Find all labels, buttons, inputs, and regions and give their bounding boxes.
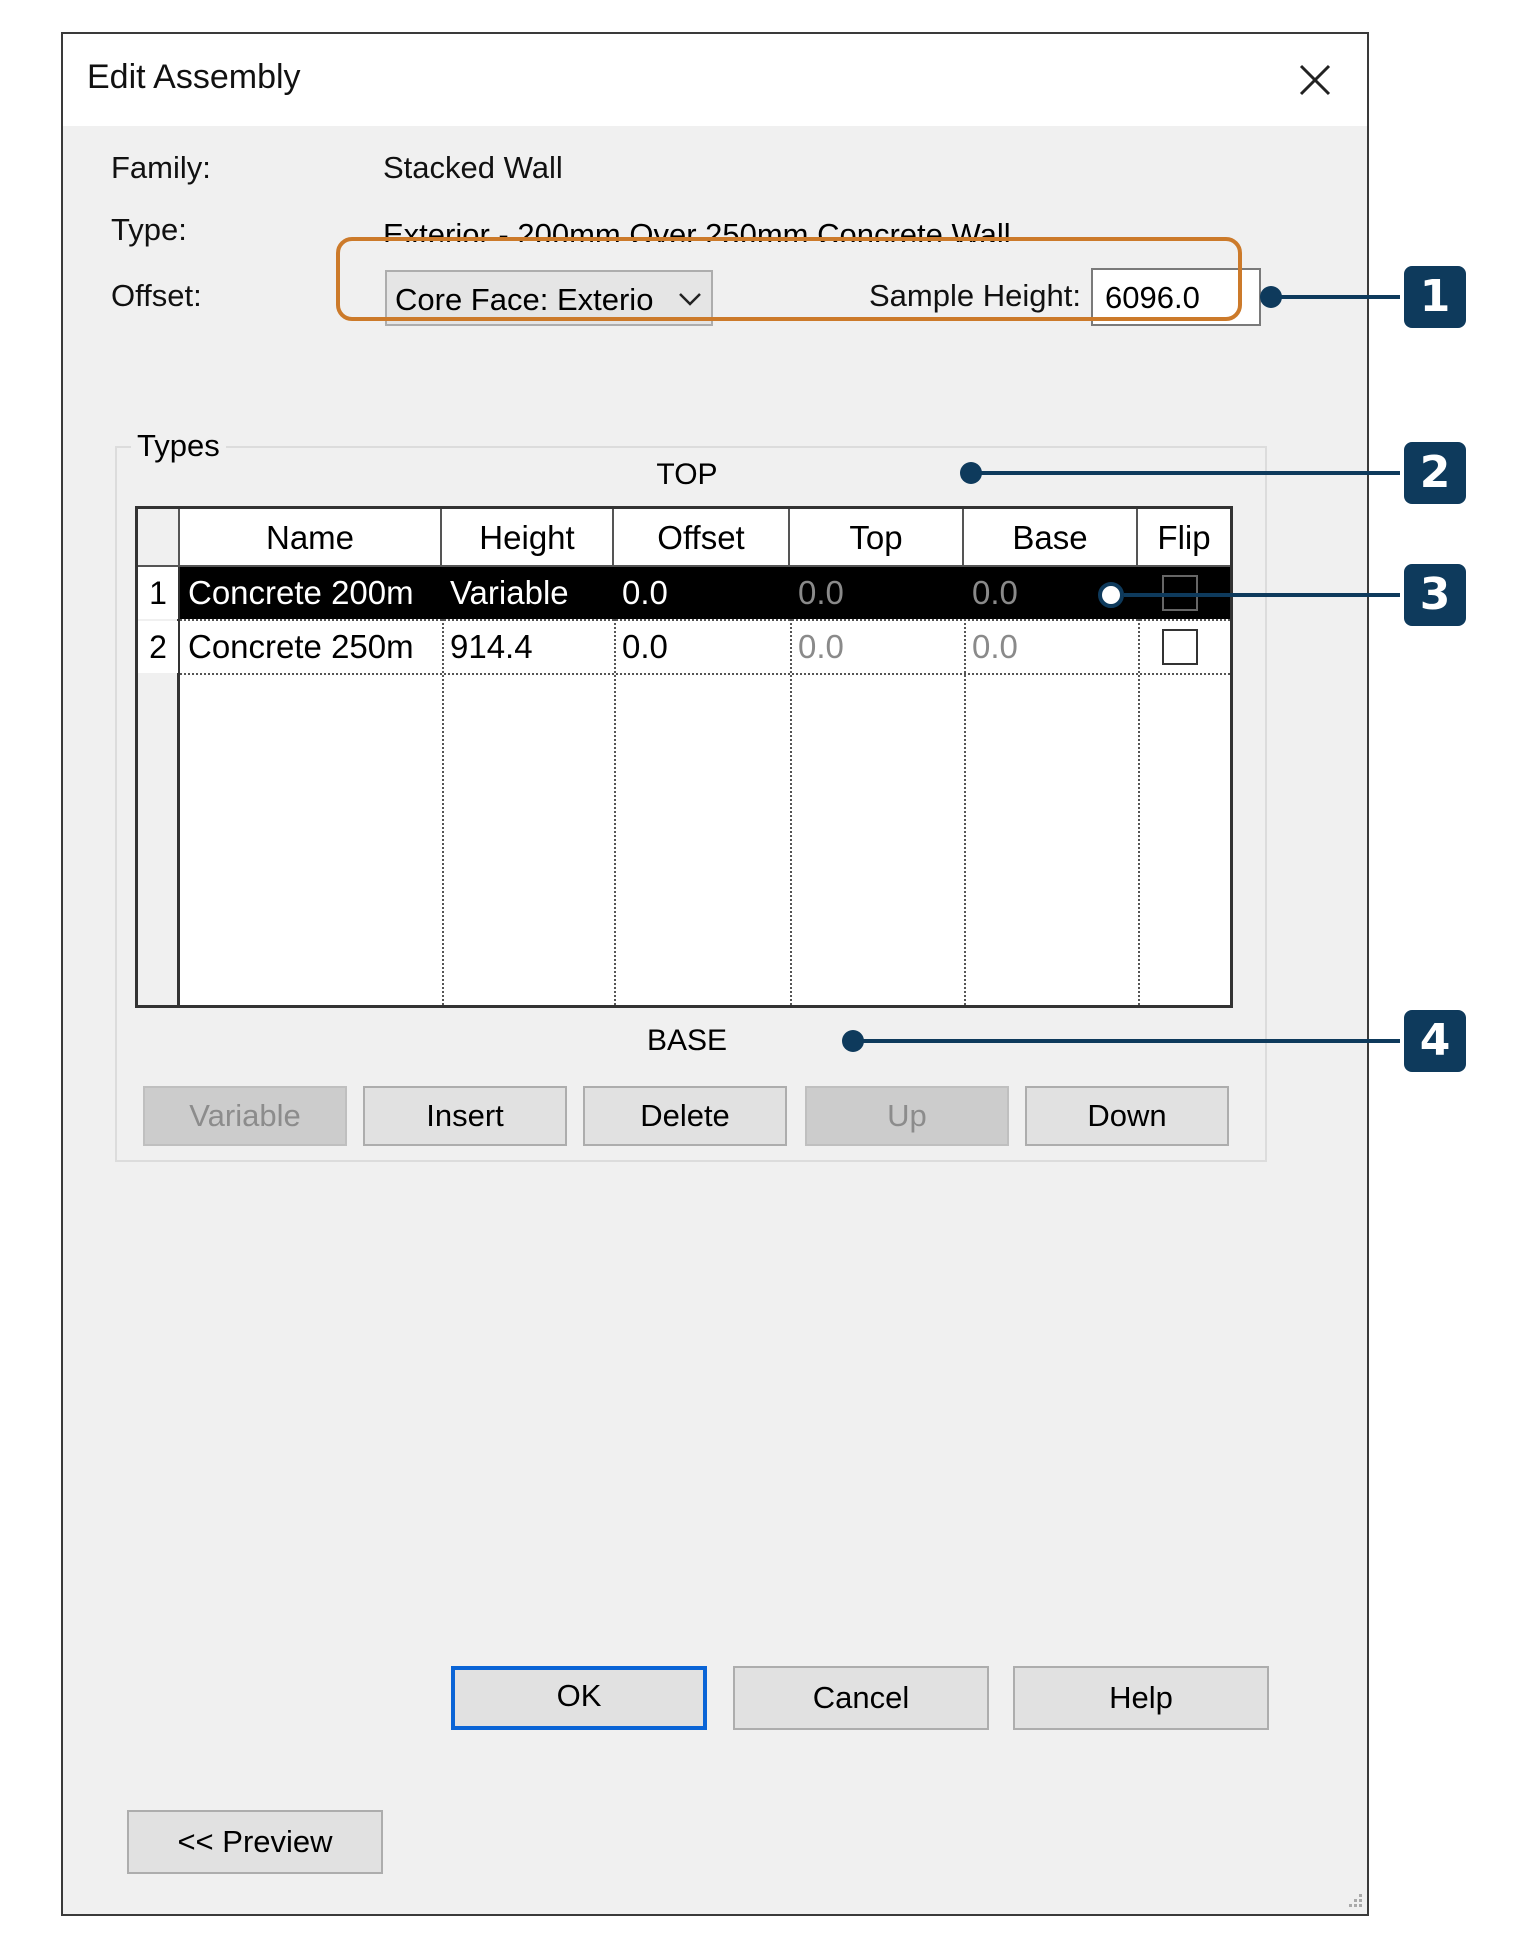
cell-base[interactable]: 0.0 bbox=[964, 621, 1138, 673]
family-label: Family: bbox=[111, 150, 211, 185]
cell-top[interactable]: 0.0 bbox=[790, 567, 964, 619]
variable-button[interactable]: Variable bbox=[143, 1086, 347, 1146]
type-label: Type: bbox=[111, 212, 187, 247]
cell-name[interactable]: Concrete 250m bbox=[180, 621, 442, 673]
row-divider bbox=[180, 673, 1230, 675]
callout-1-line bbox=[1272, 295, 1400, 299]
cell-top[interactable]: 0.0 bbox=[790, 621, 964, 673]
title-bar: Edit Assembly bbox=[63, 34, 1367, 126]
column-header-offset[interactable]: Offset bbox=[614, 509, 790, 567]
offset-label: Offset: bbox=[111, 278, 202, 313]
callout-2-badge: 2 bbox=[1404, 442, 1466, 504]
family-value: Stacked Wall bbox=[383, 150, 563, 185]
types-table: Name Height Offset Top Base Flip 1 Concr… bbox=[135, 506, 1233, 1008]
close-icon[interactable] bbox=[1291, 56, 1339, 104]
flip-checkbox[interactable] bbox=[1162, 629, 1198, 665]
column-header-height[interactable]: Height bbox=[442, 509, 614, 567]
preview-button[interactable]: << Preview bbox=[127, 1810, 383, 1874]
cell-offset[interactable]: 0.0 bbox=[614, 621, 790, 673]
cell-name[interactable]: Concrete 200m bbox=[180, 567, 442, 619]
table-row[interactable]: Concrete 200m Variable 0.0 0.0 0.0 bbox=[180, 567, 1230, 619]
callout-4-badge: 4 bbox=[1404, 1010, 1466, 1072]
cell-height[interactable]: 914.4 bbox=[442, 621, 614, 673]
base-label: BASE bbox=[646, 1024, 728, 1057]
callout-4-line bbox=[854, 1039, 1400, 1043]
top-label: TOP bbox=[656, 458, 718, 491]
callout-3-badge: 3 bbox=[1404, 564, 1466, 626]
delete-button[interactable]: Delete bbox=[583, 1086, 787, 1146]
edit-assembly-dialog: Edit Assembly Family: Stacked Wall Type:… bbox=[61, 32, 1369, 1916]
column-header-name[interactable]: Name bbox=[180, 509, 442, 567]
down-button[interactable]: Down bbox=[1025, 1086, 1229, 1146]
callout-2-line bbox=[972, 471, 1400, 475]
help-button[interactable]: Help bbox=[1013, 1666, 1269, 1730]
ok-button[interactable]: OK bbox=[451, 1666, 707, 1730]
insert-button[interactable]: Insert bbox=[363, 1086, 567, 1146]
resize-grip-icon[interactable] bbox=[1343, 1890, 1365, 1912]
cell-offset[interactable]: 0.0 bbox=[614, 567, 790, 619]
corner-header bbox=[138, 509, 180, 567]
callout-3-dot bbox=[1098, 582, 1124, 608]
cancel-button[interactable]: Cancel bbox=[733, 1666, 989, 1730]
column-header-flip[interactable]: Flip bbox=[1138, 509, 1230, 567]
highlight-box bbox=[336, 237, 1242, 321]
row-number[interactable]: 1 bbox=[138, 567, 178, 619]
table-row[interactable]: Concrete 250m 914.4 0.0 0.0 0.0 bbox=[180, 621, 1230, 673]
column-header-top[interactable]: Top bbox=[790, 509, 964, 567]
row-number[interactable]: 2 bbox=[138, 621, 178, 673]
callout-3-line bbox=[1124, 593, 1400, 597]
types-group-label: Types bbox=[131, 428, 226, 464]
up-button[interactable]: Up bbox=[805, 1086, 1009, 1146]
callout-1-badge: 1 bbox=[1404, 266, 1466, 328]
dialog-title: Edit Assembly bbox=[87, 58, 301, 96]
cell-height[interactable]: Variable bbox=[442, 567, 614, 619]
column-header-base[interactable]: Base bbox=[964, 509, 1138, 567]
